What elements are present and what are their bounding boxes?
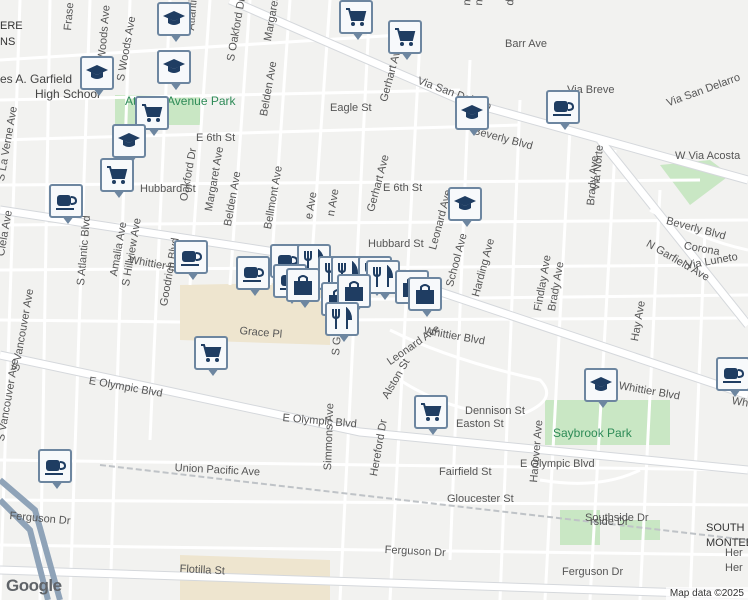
cafe-marker[interactable] bbox=[174, 240, 208, 280]
shopping-bag-icon bbox=[413, 282, 437, 306]
shopping-marker[interactable] bbox=[414, 395, 448, 435]
shopping-cart-icon bbox=[199, 341, 223, 365]
cafe-marker[interactable] bbox=[716, 357, 748, 397]
shopping-marker[interactable] bbox=[388, 20, 422, 60]
shopping-cart-icon bbox=[140, 101, 164, 125]
school-marker[interactable] bbox=[80, 56, 114, 96]
coffee-cup-icon bbox=[179, 245, 203, 269]
coffee-cup-icon bbox=[43, 454, 67, 478]
street-label: Her bbox=[725, 562, 743, 574]
school-marker[interactable] bbox=[448, 187, 482, 227]
school-label: es A. Garfield bbox=[0, 72, 73, 86]
shopping-cart-icon bbox=[344, 5, 368, 29]
fork-knife-icon bbox=[330, 307, 354, 331]
area-label: SOUTH bbox=[706, 522, 745, 534]
street-label: E 6th St bbox=[196, 132, 236, 144]
graduation-cap-icon bbox=[162, 7, 186, 31]
school-marker[interactable] bbox=[157, 2, 191, 42]
street-label: Ferguson Dr bbox=[562, 566, 624, 578]
street-label: Frase bbox=[62, 1, 77, 32]
fork-knife-icon bbox=[371, 265, 395, 289]
shopping-cart-icon bbox=[393, 25, 417, 49]
school-marker[interactable] bbox=[584, 368, 618, 408]
street-label: n St bbox=[461, 0, 475, 6]
area-label: ERE bbox=[0, 20, 23, 32]
street-label: Simmons Ave bbox=[322, 402, 337, 471]
shopping-marker[interactable] bbox=[339, 0, 373, 40]
street-label: d St bbox=[504, 0, 518, 6]
cafe-marker[interactable] bbox=[38, 449, 72, 489]
street-label: W Via Acosta bbox=[675, 150, 741, 162]
graduation-cap-icon bbox=[589, 373, 613, 397]
shopping-marker[interactable] bbox=[194, 336, 228, 376]
graduation-cap-icon bbox=[85, 61, 109, 85]
street-label: Gloucester St bbox=[447, 493, 514, 505]
street-label: Easton St bbox=[456, 418, 504, 430]
cafe-marker[interactable] bbox=[49, 184, 83, 224]
school-marker[interactable] bbox=[112, 124, 146, 164]
shopping-cart-icon bbox=[419, 400, 443, 424]
map-canvas[interactable]: Frase Atlantic S Woods Ave S Oakford Dr Marg… bbox=[0, 0, 748, 600]
graduation-cap-icon bbox=[162, 55, 186, 79]
graduation-cap-icon bbox=[460, 101, 484, 125]
coffee-cup-icon bbox=[551, 95, 575, 119]
cafe-marker[interactable] bbox=[546, 90, 580, 130]
street-label: Barr Ave bbox=[505, 38, 547, 50]
street-label: Dennison St bbox=[465, 405, 525, 417]
restaurant-marker[interactable] bbox=[325, 302, 359, 342]
street-label: Hubbard St bbox=[368, 238, 424, 250]
cafe-marker[interactable] bbox=[236, 256, 270, 296]
graduation-cap-icon bbox=[117, 129, 141, 153]
google-logo[interactable]: Google bbox=[6, 576, 62, 596]
shopping-marker[interactable] bbox=[100, 158, 134, 198]
street-label: Fairfield St bbox=[439, 466, 492, 478]
shopping-bag-icon bbox=[342, 279, 366, 303]
coffee-cup-icon bbox=[54, 189, 78, 213]
street-label: Eagle St bbox=[330, 102, 372, 114]
coffee-cup-icon bbox=[721, 362, 745, 386]
area-label: MONTEBE bbox=[706, 537, 748, 549]
shopping-cart-icon bbox=[105, 163, 129, 187]
coffee-cup-icon bbox=[241, 261, 265, 285]
shopping-bag-icon bbox=[291, 273, 315, 297]
graduation-cap-icon bbox=[453, 192, 477, 216]
shopping-marker[interactable] bbox=[408, 277, 442, 317]
school-marker[interactable] bbox=[157, 50, 191, 90]
school-marker[interactable] bbox=[455, 96, 489, 136]
park-label: Saybrook Park bbox=[553, 426, 632, 440]
street-label: Flotilla St bbox=[179, 563, 226, 578]
area-label: NS bbox=[0, 36, 16, 48]
street-label: E 6th St bbox=[383, 182, 423, 194]
street-label: rside Dr bbox=[590, 516, 629, 528]
shopping-marker[interactable] bbox=[286, 268, 320, 308]
map-attribution[interactable]: Map data ©2025 bbox=[665, 587, 748, 600]
